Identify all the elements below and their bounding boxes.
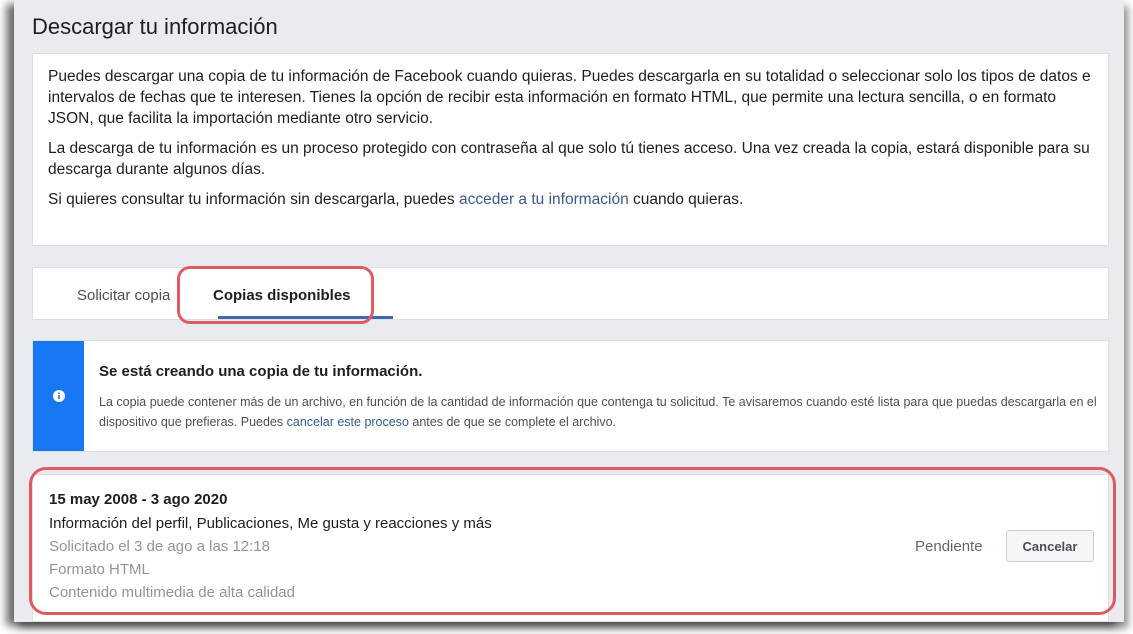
tabs-bar: Solicitar copia Copias disponibles: [32, 267, 1109, 320]
cancel-button[interactable]: Cancelar: [1006, 530, 1094, 562]
intro-text-after-link: cuando quieras.: [628, 191, 744, 208]
notice-body: La copia puede contener más de un archiv…: [99, 392, 1099, 432]
request-date-range: 15 may 2008 - 3 ago 2020: [49, 491, 228, 508]
active-tab-indicator: [218, 316, 393, 319]
intro-paragraph-3: Si quieres consultar tu información sin …: [48, 189, 1093, 210]
request-media-quality: Contenido multimedia de alta calidad: [49, 584, 295, 601]
copy-request-card: 15 may 2008 - 3 ago 2020 Información del…: [32, 474, 1109, 622]
notice-stripe: [33, 341, 84, 451]
notice-text-after-link: antes de que se complete el archivo.: [408, 415, 616, 429]
tab-request-copy[interactable]: Solicitar copia: [77, 268, 170, 320]
intro-paragraph-1: Puedes descargar una copia de tu informa…: [48, 68, 1091, 127]
tab-available-copies[interactable]: Copias disponibles: [213, 268, 351, 320]
settings-window: Descargar tu información Puedes descarga…: [14, 0, 1124, 622]
intro-card: Puedes descargar una copia de tu informa…: [32, 53, 1109, 246]
creating-copy-notice: Se está creando una copia de tu informac…: [32, 340, 1109, 452]
intro-text-before-link: Si quieres consultar tu información sin …: [48, 191, 459, 208]
access-your-information-link[interactable]: acceder a tu información: [459, 191, 629, 208]
cancel-process-link[interactable]: cancelar este proceso: [287, 415, 409, 429]
page-title: Descargar tu información: [32, 14, 278, 39]
request-timestamp: Solicitado el 3 de ago a las 12:18: [49, 538, 270, 555]
info-icon: [52, 390, 65, 402]
request-status: Pendiente: [915, 538, 983, 555]
notice-title: Se está creando una copia de tu informac…: [99, 363, 423, 380]
request-format: Formato HTML: [49, 561, 150, 578]
intro-paragraph-2: La descarga de tu información es un proc…: [48, 140, 1090, 178]
request-data-types: Información del perfil, Publicaciones, M…: [49, 515, 492, 532]
